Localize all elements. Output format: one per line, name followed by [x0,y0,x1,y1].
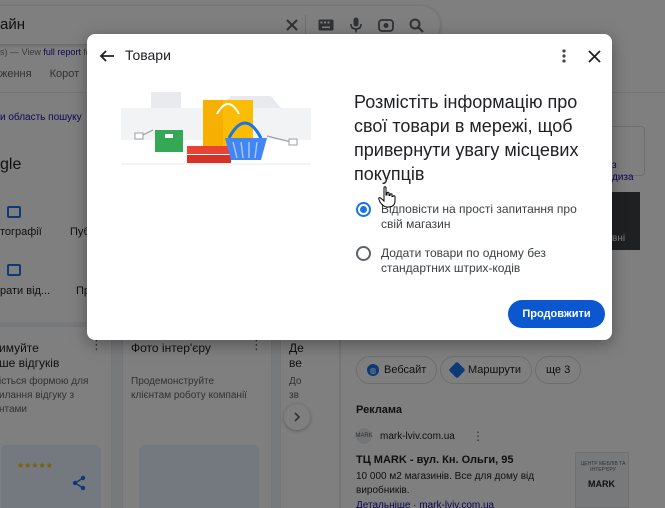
box-red-top [187,146,231,154]
hand-cursor-icon [378,186,396,208]
option-label[interactable]: Додати товари по одному без стандартних … [381,246,596,276]
dialog-title: Товари [125,47,171,63]
products-dialog: Товари Розмістіть інформацію про свої то… [87,34,612,340]
close-button[interactable] [584,46,604,66]
box-red-bottom [187,155,231,163]
arrow-back-icon [99,50,114,62]
more-vert-icon [562,49,566,63]
tag-right [288,138,298,146]
dialog-heading: Розмістіть інформацію про свої товари в … [354,92,579,184]
radio-checked[interactable] [356,202,371,217]
close-icon [587,49,601,63]
option-add-products[interactable]: Додати товари по одному без стандартних … [356,246,596,276]
box-green [155,130,183,152]
bag-shade [203,100,223,146]
radio-unchecked[interactable] [356,246,371,261]
shopping-illustration [121,80,311,180]
box-label [165,134,173,138]
basket [225,138,267,160]
continue-button[interactable]: Продовжити [508,300,605,328]
bg-block [151,92,181,108]
option-label[interactable]: Відповісти на прості запитання про свій … [381,202,596,232]
more-options-button[interactable] [556,46,572,66]
tag-left [134,132,144,140]
back-button[interactable] [97,46,117,66]
